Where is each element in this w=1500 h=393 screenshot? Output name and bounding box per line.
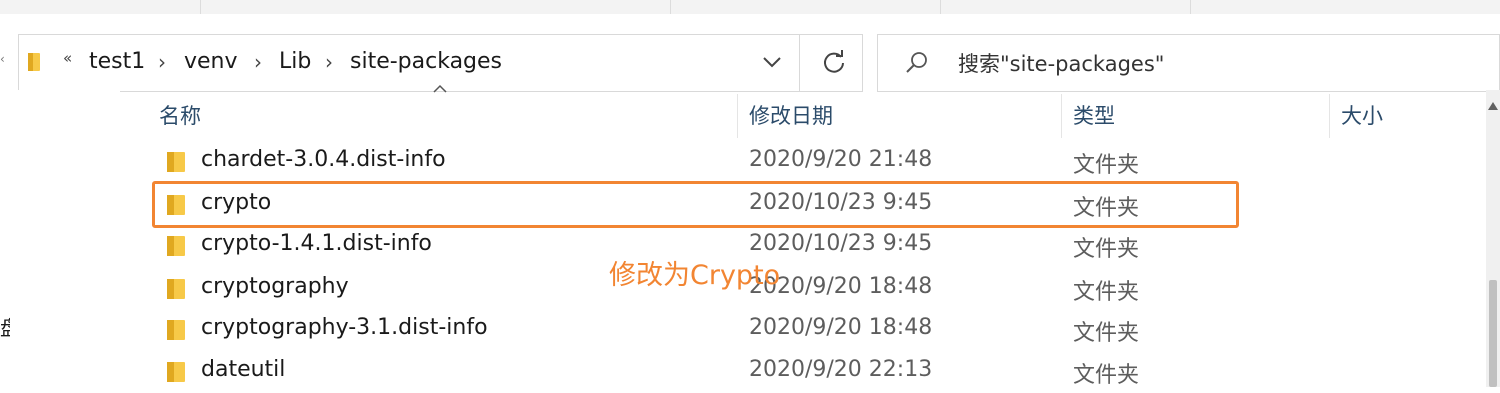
file-name: chardet-3.0.4.dist-info (201, 147, 446, 172)
file-type: 文件夹 (1073, 280, 1140, 305)
breadcrumb-test1[interactable]: test1 (89, 49, 145, 74)
file-type: 文件夹 (1073, 363, 1140, 388)
file-row[interactable]: chardet-3.0.4.dist-info 2020/9/20 21:48 … (122, 141, 1482, 183)
breadcrumb-site-packages[interactable]: site-packages (350, 49, 502, 74)
ribbon-strip (0, 0, 1500, 15)
chevron-right-icon[interactable]: › (254, 50, 262, 74)
file-modified: 2020/9/20 18:48 (749, 315, 933, 340)
folder-icon (167, 152, 185, 172)
folder-icon (167, 236, 185, 256)
folder-icon (167, 279, 185, 299)
refresh-icon[interactable] (819, 47, 849, 77)
folder-icon (167, 320, 185, 340)
file-name: dateutil (201, 357, 286, 382)
search-box[interactable] (877, 34, 1500, 92)
file-name: crypto-1.4.1.dist-info (201, 231, 432, 256)
file-type: 文件夹 (1073, 321, 1140, 346)
scroll-up-arrow-icon[interactable] (1488, 102, 1498, 110)
chevron-right-icon[interactable]: › (325, 50, 333, 74)
chevron-down-icon[interactable] (757, 47, 787, 77)
overflow-chevron-icon[interactable]: « (63, 49, 72, 67)
highlight-box (152, 181, 1239, 228)
search-input[interactable] (956, 47, 1480, 81)
file-name: cryptography (201, 274, 349, 299)
file-modified: 2020/9/20 22:13 (749, 357, 933, 382)
file-row[interactable]: crypto-1.4.1.dist-info 2020/10/23 9:45 文… (122, 225, 1482, 267)
column-header-type[interactable]: 类型 (1073, 94, 1115, 138)
breadcrumb-venv[interactable]: venv (184, 49, 238, 74)
column-header-name[interactable]: 名称 (159, 94, 201, 138)
divider (799, 35, 800, 91)
chevron-right-icon[interactable]: › (158, 50, 166, 74)
navigation-pane: 盘 (0, 90, 120, 387)
breadcrumb-lib[interactable]: Lib (279, 49, 311, 74)
column-header-size[interactable]: 大小 (1341, 94, 1383, 138)
file-type: 文件夹 (1073, 237, 1140, 262)
scrollbar-thumb[interactable] (1489, 280, 1497, 387)
sort-ascending-icon (433, 84, 447, 93)
file-name: cryptography-3.1.dist-info (201, 315, 488, 340)
back-arrow-icon[interactable]: ‹ (0, 52, 5, 66)
column-divider[interactable] (1061, 94, 1062, 138)
column-divider[interactable] (737, 94, 738, 138)
annotation-text: 修改为Crypto (609, 260, 781, 291)
column-divider[interactable] (1329, 94, 1330, 138)
column-header-modified[interactable]: 修改日期 (749, 94, 833, 138)
nav-item-label[interactable]: 盘 (0, 312, 10, 341)
file-modified: 2020/9/20 21:48 (749, 147, 933, 172)
file-row[interactable]: cryptography 2020/9/20 18:48 文件夹 (122, 268, 1482, 310)
column-header-row: 名称 修改日期 类型 大小 (122, 94, 1500, 138)
folder-icon (28, 53, 40, 71)
folder-icon (167, 362, 185, 382)
toolbar: ‹ « test1 › venv › Lib › site-packages (0, 14, 1500, 92)
file-row[interactable]: cryptography-3.1.dist-info 2020/9/20 18:… (122, 309, 1482, 351)
search-icon (906, 52, 927, 73)
file-type: 文件夹 (1073, 153, 1140, 178)
